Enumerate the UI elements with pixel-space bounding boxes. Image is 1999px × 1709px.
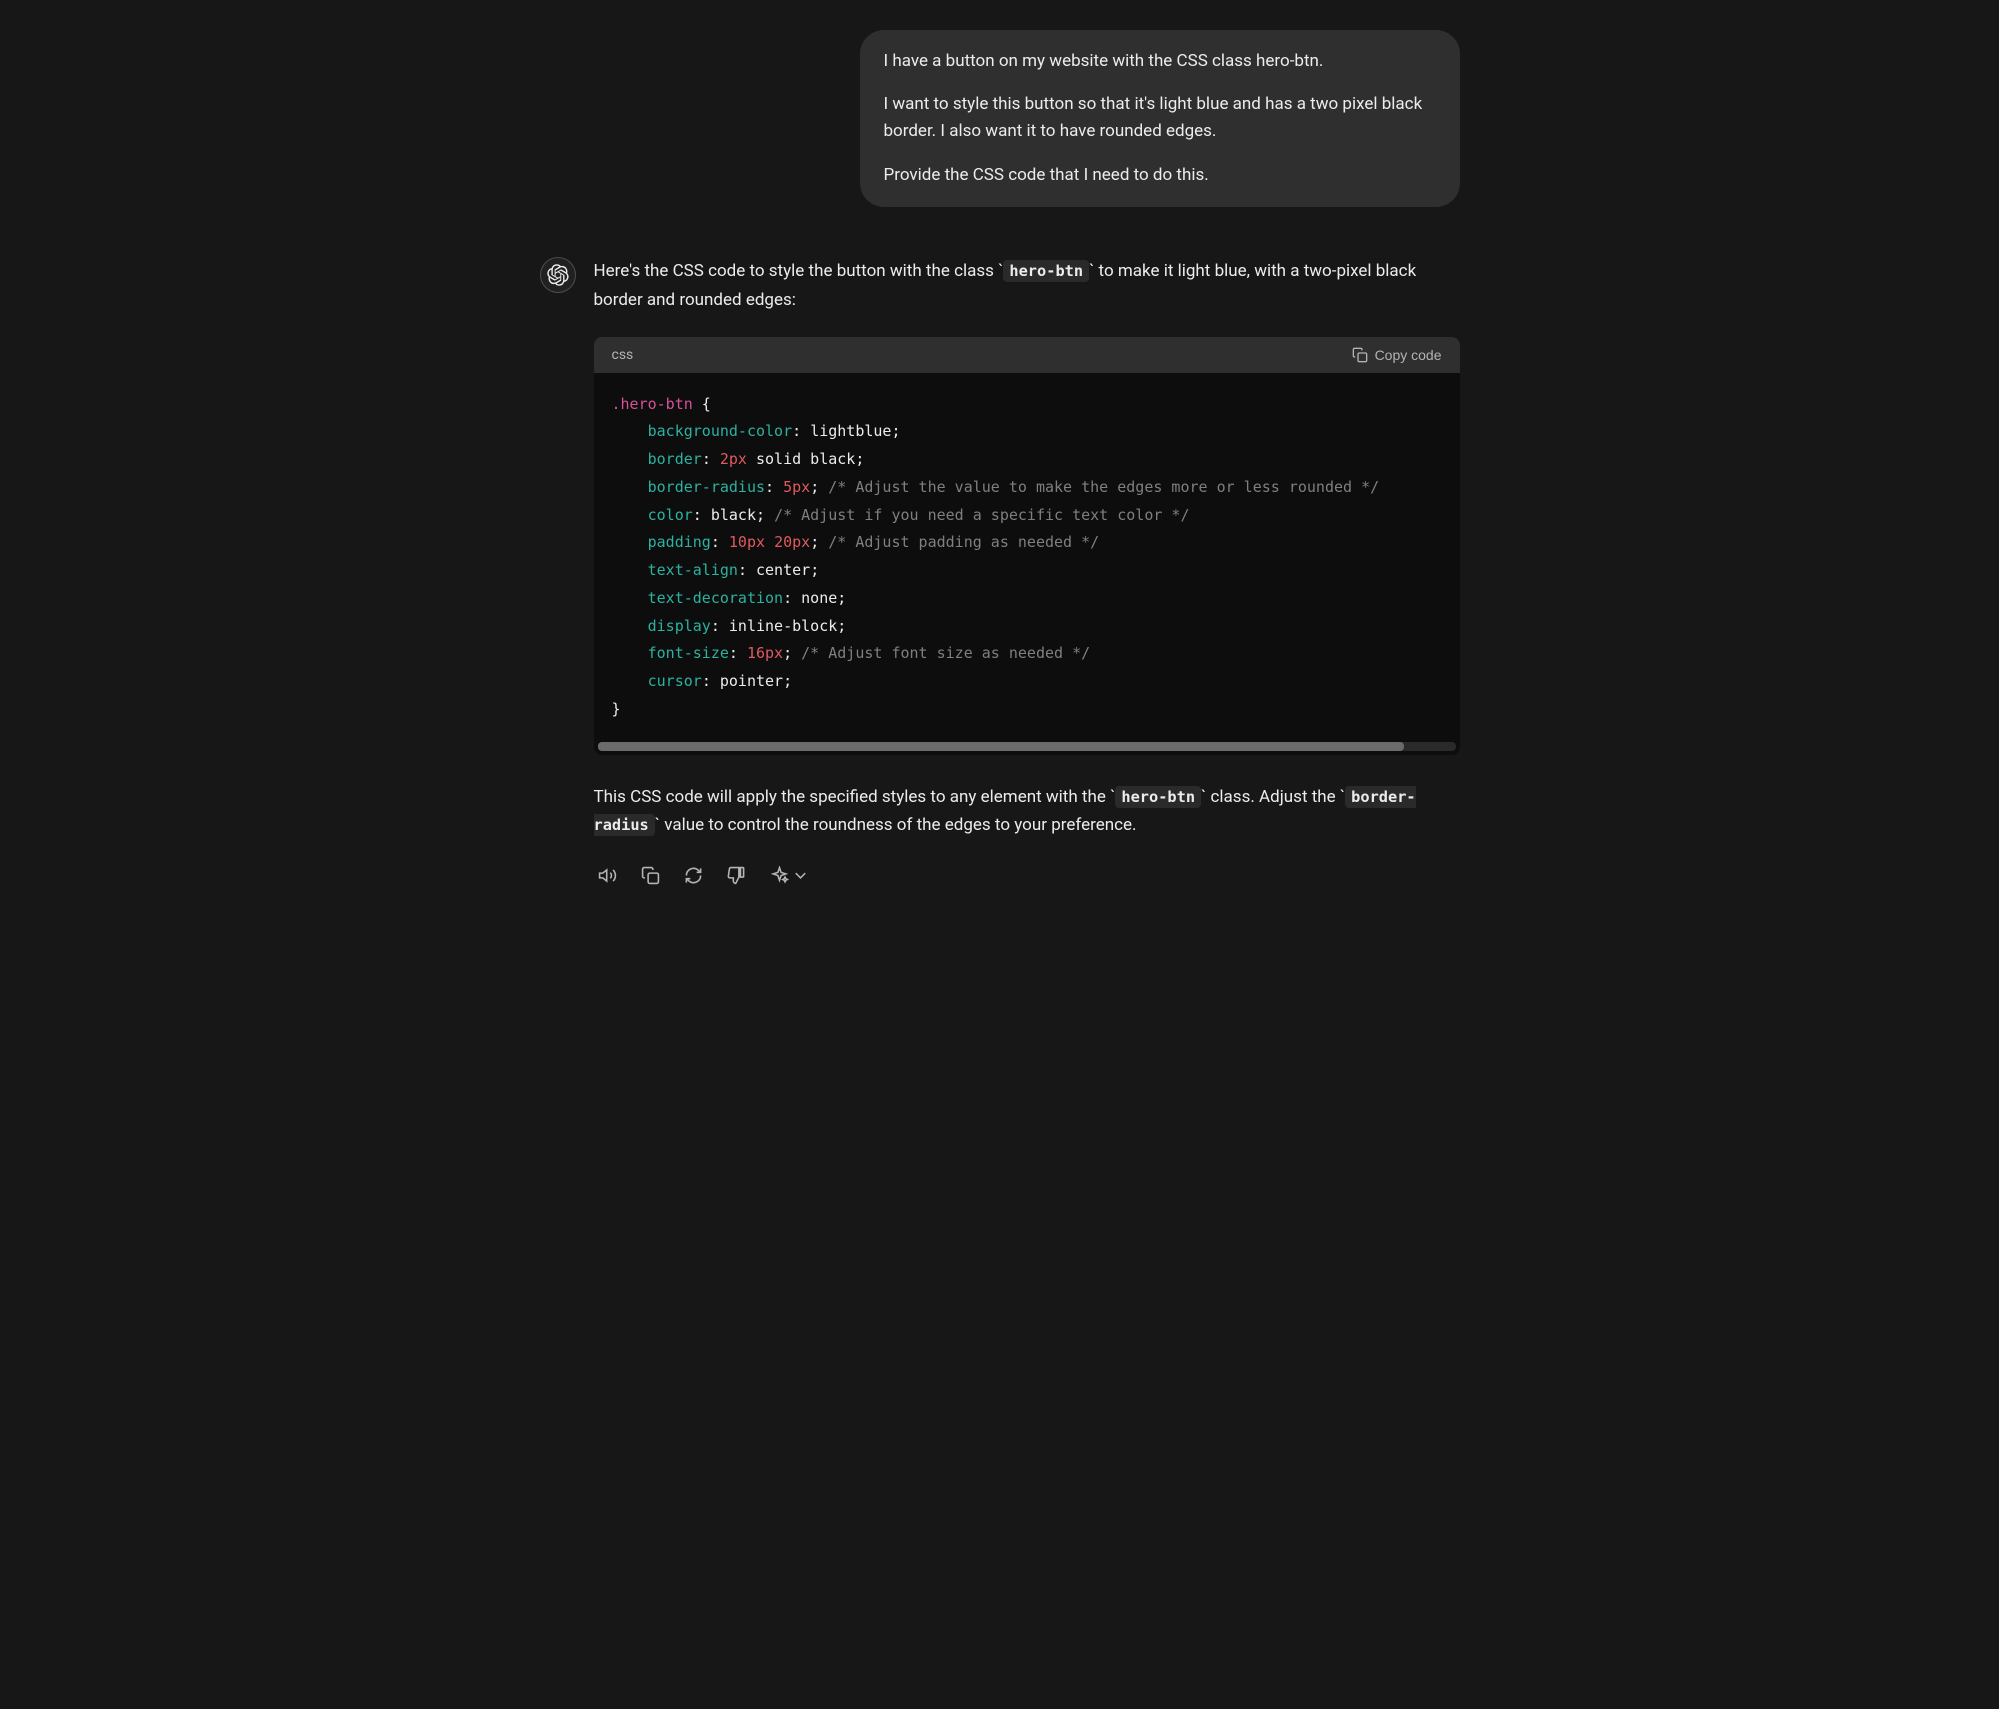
refresh-icon xyxy=(684,866,703,885)
code-token: lightblue xyxy=(810,422,891,440)
code-token: { xyxy=(693,395,711,413)
assistant-intro-text: Here's the CSS code to style the button … xyxy=(594,257,1460,315)
code-token: /* Adjust the value to make the edges mo… xyxy=(828,478,1379,496)
code-header: css Copy code xyxy=(594,337,1460,373)
copy-code-button[interactable]: Copy code xyxy=(1352,347,1442,363)
change-model-button[interactable] xyxy=(766,862,814,889)
message-action-bar xyxy=(594,862,1460,889)
sparkle-icon xyxy=(770,866,789,885)
regenerate-button[interactable] xyxy=(680,862,707,889)
code-token: text-align xyxy=(648,561,738,579)
user-message-line: I want to style this button so that it's… xyxy=(884,91,1436,145)
code-token: display xyxy=(648,617,711,635)
code-token: font-size xyxy=(648,644,729,662)
code-token: none xyxy=(801,589,837,607)
user-message-line: I have a button on my website with the C… xyxy=(884,48,1436,75)
code-token: cursor xyxy=(648,672,702,690)
user-message-line: Provide the CSS code that I need to do t… xyxy=(884,162,1436,189)
copy-icon xyxy=(1352,347,1368,363)
speaker-icon xyxy=(598,866,617,885)
user-message-bubble: I have a button on my website with the C… xyxy=(860,30,1460,207)
code-token: /* Adjust if you need a specific text co… xyxy=(774,506,1189,524)
assistant-avatar xyxy=(540,257,576,293)
code-token: 16px xyxy=(747,644,783,662)
code-token: /* Adjust font size as needed */ xyxy=(801,644,1090,662)
text-fragment: class. Adjust the xyxy=(1206,787,1340,807)
inline-code: hero-btn xyxy=(1115,786,1201,808)
code-token: color xyxy=(648,506,693,524)
assistant-outro-text: This CSS code will apply the specified s… xyxy=(594,783,1460,841)
code-content[interactable]: .hero-btn { background-color: lightblue;… xyxy=(594,373,1460,742)
code-token: pointer xyxy=(720,672,783,690)
code-token: inline-block xyxy=(729,617,837,635)
inline-code: hero-btn xyxy=(1003,260,1089,282)
code-block: css Copy code .hero-btn { background-col… xyxy=(594,337,1460,755)
code-token: } xyxy=(612,700,621,718)
text-fragment: Here's the CSS code to style the button … xyxy=(594,261,999,281)
code-token: 10px xyxy=(729,533,765,551)
code-token: .hero-btn xyxy=(612,395,693,413)
openai-icon xyxy=(547,264,569,286)
code-token: border-radius xyxy=(648,478,765,496)
copy-code-label: Copy code xyxy=(1375,347,1442,363)
code-token: border xyxy=(648,450,702,468)
chevron-down-icon xyxy=(791,866,810,885)
code-language-label: css xyxy=(612,347,634,363)
text-fragment: This CSS code will apply the specified s… xyxy=(594,787,1111,807)
copy-message-button[interactable] xyxy=(637,862,664,889)
text-fragment: value to control the roundness of the ed… xyxy=(660,815,1136,835)
read-aloud-button[interactable] xyxy=(594,862,621,889)
scrollbar-thumb[interactable] xyxy=(598,742,1405,751)
assistant-message-row: Here's the CSS code to style the button … xyxy=(540,257,1460,890)
code-token: 2px xyxy=(720,450,747,468)
code-token: 5px xyxy=(783,478,810,496)
code-token: center xyxy=(756,561,810,579)
code-token: 20px xyxy=(774,533,810,551)
code-token: /* Adjust padding as needed */ xyxy=(828,533,1099,551)
copy-icon xyxy=(641,866,660,885)
thumbs-down-icon xyxy=(727,866,746,885)
code-token: solid black xyxy=(756,450,855,468)
code-horizontal-scrollbar[interactable] xyxy=(598,742,1456,751)
code-token: black xyxy=(711,506,756,524)
code-token: text-decoration xyxy=(648,589,783,607)
code-token: padding xyxy=(648,533,711,551)
code-token: background-color xyxy=(648,422,793,440)
bad-response-button[interactable] xyxy=(723,862,750,889)
